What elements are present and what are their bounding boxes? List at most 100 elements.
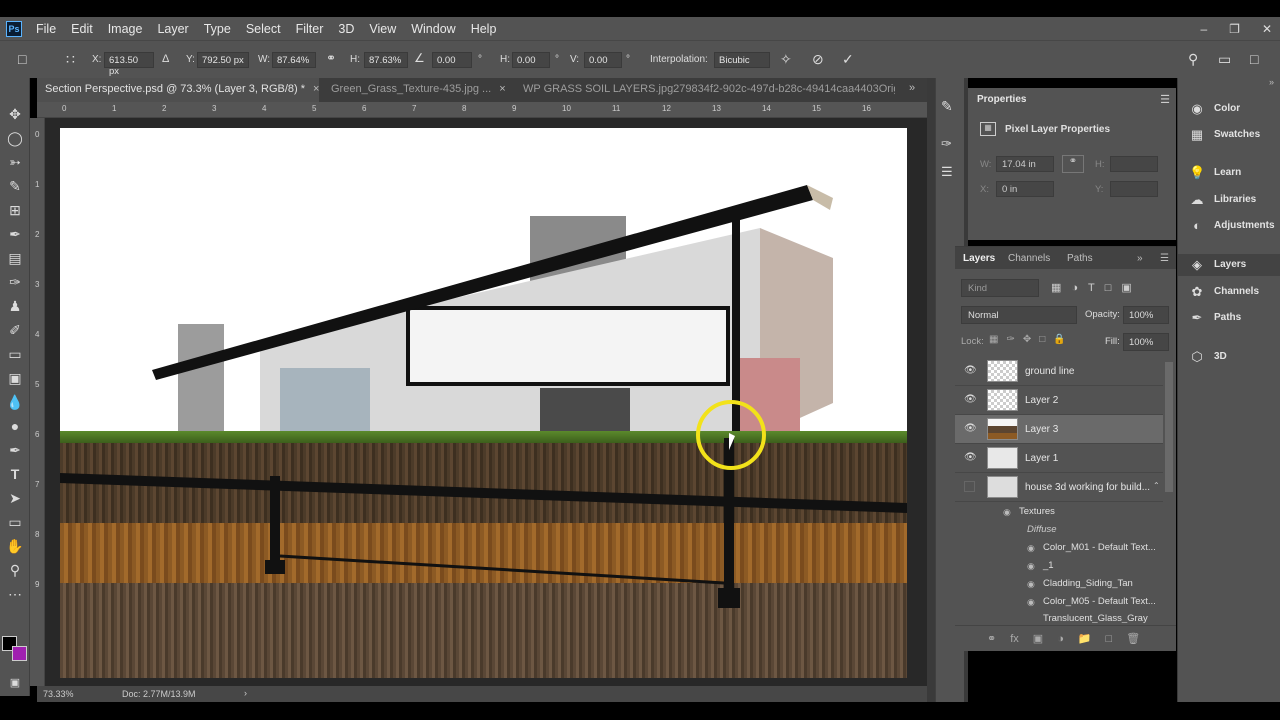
panel-swatches[interactable]: ▦ Swatches — [1178, 124, 1280, 146]
menu-image[interactable]: Image — [108, 22, 143, 36]
restore-icon[interactable]: ❐ — [1229, 22, 1240, 36]
layers-menu-icon[interactable]: ☰ — [1160, 253, 1169, 264]
document-canvas[interactable] — [60, 128, 907, 678]
y-field[interactable]: 792.50 px — [197, 52, 249, 68]
close-tab-icon[interactable]: × — [499, 83, 505, 95]
layer-row-ground-line[interactable]: 👁 ground line — [955, 357, 1163, 386]
menu-select[interactable]: Select — [246, 22, 281, 36]
tab-channels[interactable]: Channels — [1008, 253, 1050, 264]
search-icon[interactable]: ⚲ — [1188, 51, 1198, 68]
panel-learn[interactable]: 💡 Learn — [1178, 162, 1280, 184]
width-field[interactable]: 87.64% — [272, 52, 316, 68]
quick-mask-icon[interactable]: ▣ — [5, 672, 25, 692]
type-tool-icon[interactable]: T — [5, 464, 25, 484]
add-mask-icon[interactable]: ▣ — [1033, 632, 1043, 645]
visibility-eye-icon[interactable]: 👁 — [964, 423, 977, 434]
texture-eye-icon[interactable]: ◉ — [1027, 561, 1035, 572]
menu-layer[interactable]: Layer — [157, 22, 188, 36]
history-brush-tool-icon[interactable]: ✐ — [5, 320, 25, 340]
texture-item[interactable]: Color_M01 - Default Text... — [1043, 542, 1156, 553]
move-tool-icon[interactable]: ✥ — [5, 104, 25, 124]
hskew-field[interactable]: 0.00 — [512, 52, 550, 68]
height-input[interactable] — [1110, 156, 1158, 172]
menu-help[interactable]: Help — [471, 22, 497, 36]
lasso-tool-icon[interactable]: ➳ — [5, 152, 25, 172]
width-input[interactable]: 17.04 in — [996, 156, 1054, 172]
close-tab-icon[interactable]: × — [313, 83, 319, 95]
reference-point-icon[interactable]: ∷ — [66, 51, 75, 68]
tab-layers[interactable]: Layers — [963, 253, 995, 264]
menu-file[interactable]: File — [36, 22, 56, 36]
tab-green-grass[interactable]: Green_Grass_Texture-435.jpg ... × — [323, 78, 513, 102]
layer-filter-icons[interactable]: ▦◑T□▣ — [1051, 281, 1142, 294]
fx-icon[interactable]: fx — [1010, 633, 1019, 645]
panel-menu-icon[interactable]: ☰ — [1160, 93, 1170, 106]
warp-mode-icon[interactable]: ✧ — [780, 51, 792, 68]
background-color-swatch[interactable] — [12, 646, 27, 661]
tab-paths[interactable]: Paths — [1067, 253, 1093, 264]
textures-header[interactable]: Textures — [1019, 506, 1055, 517]
zoom-level[interactable]: 73.33% — [43, 689, 74, 699]
opacity-input[interactable]: 100% — [1123, 306, 1169, 324]
panel-3d[interactable]: ⬡ 3D — [1178, 346, 1280, 368]
panel-paths[interactable]: ✒ Paths — [1178, 307, 1280, 329]
cancel-transform-icon[interactable]: ⊘ — [812, 51, 824, 68]
status-menu-arrow-icon[interactable]: › — [244, 688, 247, 698]
hidden-visibility-box[interactable] — [964, 481, 975, 492]
commit-transform-icon[interactable]: ✓ — [842, 51, 854, 68]
x-input[interactable]: 0 in — [996, 181, 1054, 197]
close-icon[interactable]: ✕ — [1262, 22, 1272, 36]
tab-section-perspective[interactable]: Section Perspective.psd @ 73.3% (Layer 3… — [37, 78, 319, 102]
texture-item[interactable]: _1 — [1043, 560, 1054, 571]
x-field[interactable]: 613.50 px — [104, 52, 154, 77]
menu-view[interactable]: View — [369, 22, 396, 36]
panel-libraries[interactable]: ☁ Libraries — [1178, 189, 1280, 211]
new-group-icon[interactable]: 📁 — [1078, 632, 1092, 645]
zoom-tool-icon[interactable]: ⚲ — [5, 560, 25, 580]
layer-row-house-3d[interactable]: house 3d working for build... ⌃ — [955, 473, 1163, 502]
move-transform-icon[interactable]: □ — [18, 51, 26, 67]
panel-adjustments[interactable]: ◐ Adjustments — [1178, 215, 1280, 237]
panel-color[interactable]: ◉ Color — [1178, 98, 1280, 120]
texture-eye-icon[interactable]: ◉ — [1027, 597, 1035, 608]
y-input[interactable] — [1110, 181, 1158, 197]
texture-item[interactable]: Cladding_Siding_Tan — [1043, 578, 1133, 589]
kind-filter[interactable]: Kind — [961, 279, 1039, 297]
relative-position-icon[interactable]: Δ — [162, 53, 169, 65]
quick-select-tool-icon[interactable]: ✎ — [5, 176, 25, 196]
layer-row-layer-3[interactable]: 👁 Layer 3 — [955, 415, 1163, 444]
history-panel-icon[interactable]: ✎ — [941, 98, 953, 115]
layer-row-layer-1[interactable]: 👁 Layer 1 — [955, 444, 1163, 473]
blur-tool-icon[interactable]: 💧 — [5, 392, 25, 412]
visibility-eye-icon[interactable]: 👁 — [964, 452, 977, 463]
layers-scrollbar[interactable] — [1165, 362, 1173, 492]
menu-edit[interactable]: Edit — [71, 22, 93, 36]
share-icon[interactable]: □ — [1250, 51, 1258, 67]
clone-stamp-tool-icon[interactable]: ♟ — [5, 296, 25, 316]
visibility-eye-icon[interactable]: 👁 — [964, 394, 977, 405]
brush-settings-icon[interactable]: ✑ — [941, 136, 952, 152]
collapse-arrows-icon[interactable]: » — [1137, 253, 1143, 264]
adjust-sliders-icon[interactable]: ☰ — [941, 164, 953, 180]
texture-eye-icon[interactable]: ◉ — [1027, 579, 1035, 590]
layer-row-layer-2[interactable]: 👁 Layer 2 — [955, 386, 1163, 415]
path-selection-tool-icon[interactable]: ➤ — [5, 488, 25, 508]
brush-tool-icon[interactable]: ✑ — [5, 272, 25, 292]
adjustment-layer-icon[interactable]: ◑ — [1057, 633, 1064, 645]
texture-eye-icon[interactable]: ◉ — [1027, 543, 1035, 554]
properties-tab[interactable]: Properties — [977, 94, 1026, 105]
hand-tool-icon[interactable]: ✋ — [5, 536, 25, 556]
eraser-tool-icon[interactable]: ▭ — [5, 344, 25, 364]
gradient-tool-icon[interactable]: ▣ — [5, 368, 25, 388]
link-layers-icon[interactable]: ⚭ — [987, 632, 996, 645]
eyedropper-tool-icon[interactable]: ✒ — [5, 224, 25, 244]
interpolation-select[interactable]: Bicubic — [714, 52, 770, 68]
minimize-icon[interactable]: – — [1200, 22, 1207, 36]
height-field[interactable]: 87.63% — [364, 52, 408, 68]
new-layer-icon[interactable]: □ — [1106, 633, 1113, 645]
more-tabs-icon[interactable]: » — [909, 82, 915, 94]
blend-mode-select[interactable]: Normal — [961, 306, 1077, 324]
visibility-eye-icon[interactable]: 👁 — [964, 365, 977, 376]
healing-brush-tool-icon[interactable]: ▤ — [5, 248, 25, 268]
workspace-icon[interactable]: ▭ — [1218, 51, 1231, 68]
